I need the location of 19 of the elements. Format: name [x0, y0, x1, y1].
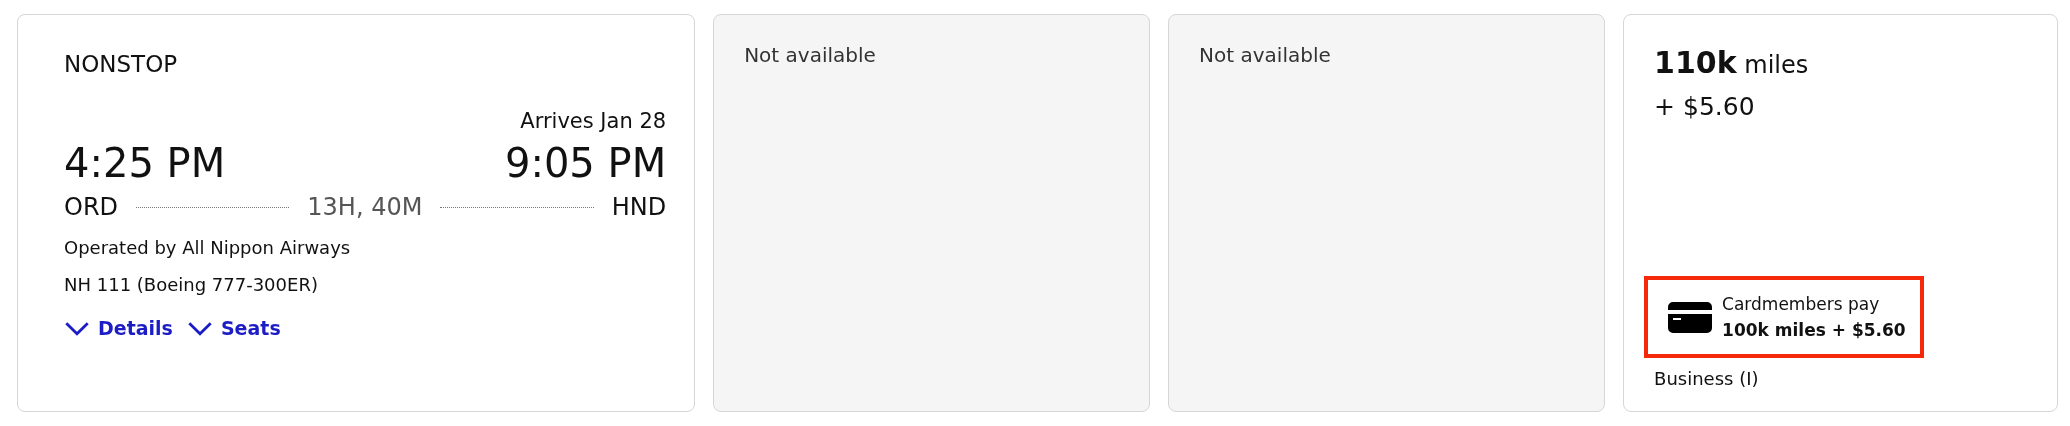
unavailable-text: Not available [1199, 43, 1332, 67]
cabin-class: Business (I) [1654, 368, 1759, 389]
flight-duration: 13H, 40M [307, 193, 423, 221]
cardmember-price: 100k miles + $5.60 [1722, 320, 1906, 340]
cardmember-label: Cardmembers pay [1722, 294, 1881, 314]
arrival-note: Arrives Jan 28 [519, 109, 667, 133]
arrival-time: 9:05 PM [504, 139, 667, 187]
destination-code: HND [611, 193, 667, 221]
unavailable-text: Not available [744, 43, 877, 67]
operator-text: Operated by All Nippon Airways [64, 237, 352, 258]
credit-card-icon [1668, 301, 1713, 333]
stops-label: NONSTOP [64, 51, 179, 77]
taxes-price: + $5.60 [1654, 92, 1755, 121]
origin-code: ORD [64, 193, 119, 221]
miles-price: 110k miles [1654, 45, 1809, 80]
departure-time: 4:25 PM [64, 139, 226, 187]
expand-link[interactable]: Seats [186, 317, 281, 339]
flight-number: NH 111 (Boeing 777-300ER) [64, 274, 319, 295]
expand-link[interactable]: Details [64, 317, 173, 339]
